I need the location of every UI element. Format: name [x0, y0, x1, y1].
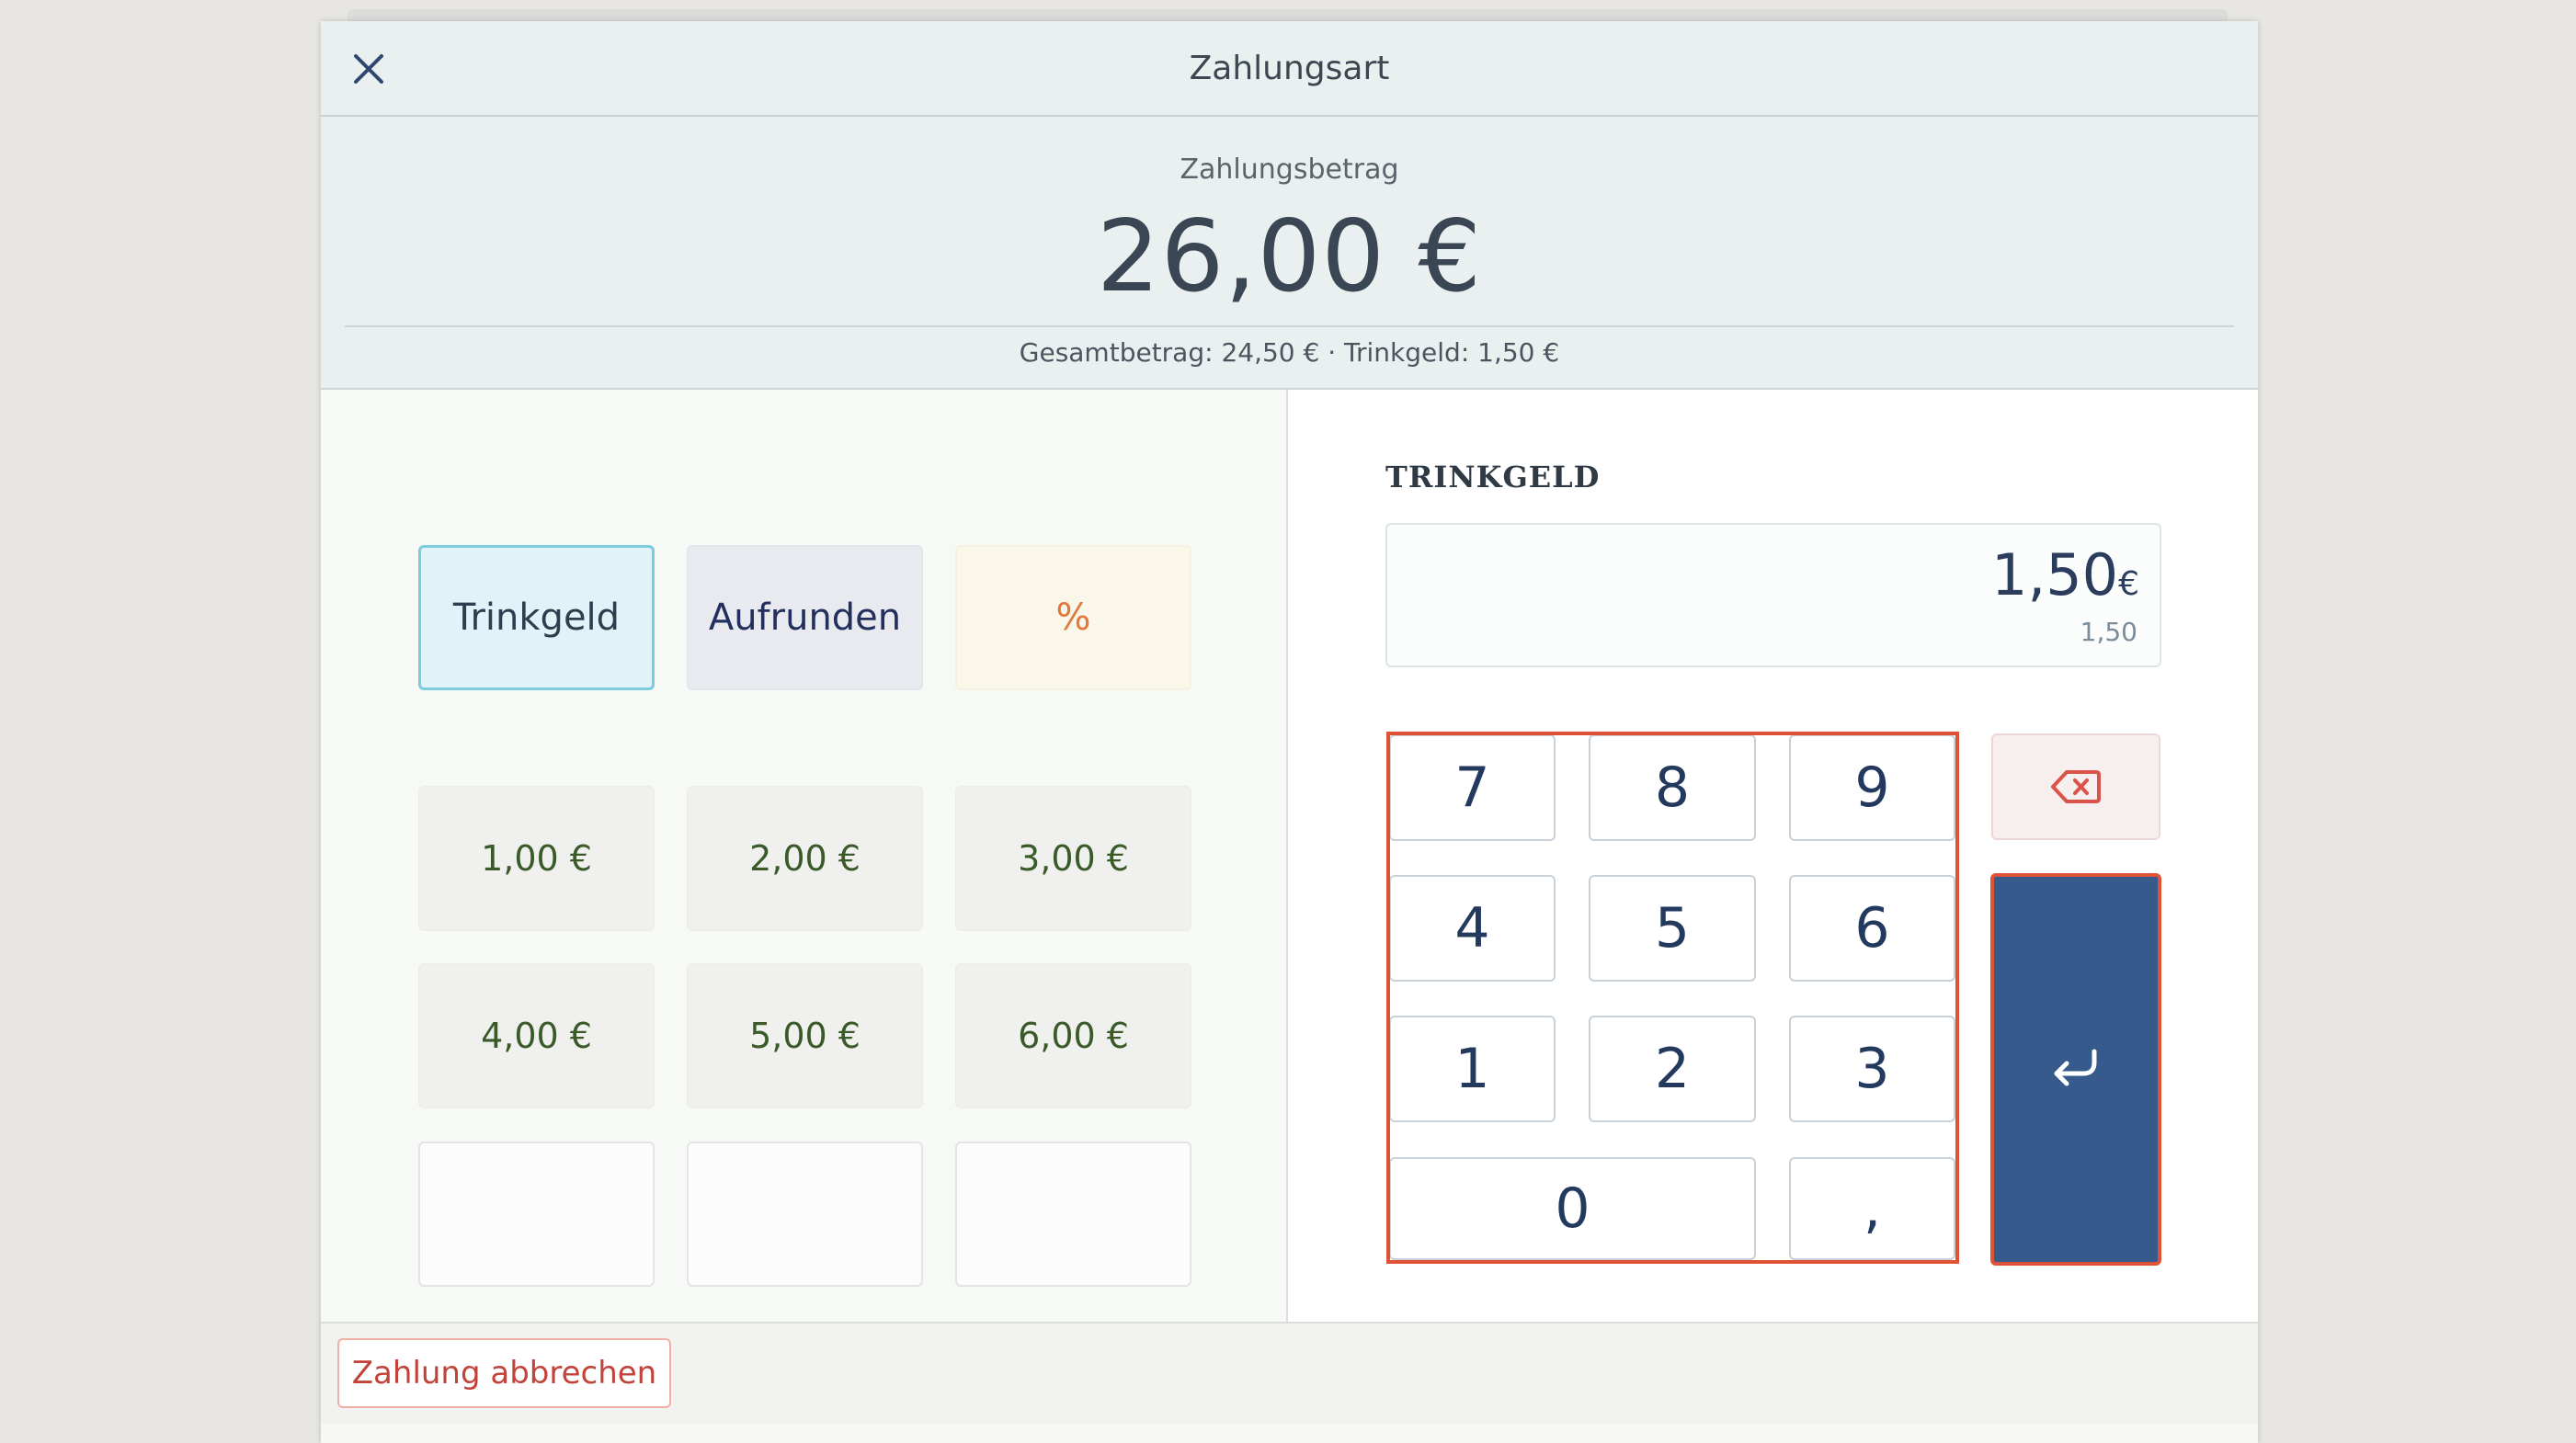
- empty-preset-slot[interactable]: [418, 1142, 655, 1287]
- amount-divider: [345, 325, 2234, 327]
- tip-presets-panel: Trinkgeld Aufrunden % 1,00 € 2,00 € 3,00…: [321, 390, 1288, 1341]
- cancel-payment-button[interactable]: Zahlung abbrechen: [337, 1338, 671, 1408]
- tip-currency: €: [2118, 565, 2139, 603]
- tip-amount-display: 1,50€: [1991, 541, 2139, 608]
- payment-dialog: Zahlungsart Zahlungsbetrag 26,00 € Gesam…: [321, 21, 2258, 1443]
- payment-amount-label: Zahlungsbetrag: [1180, 153, 1399, 186]
- preset-tip-button[interactable]: 2,00 €: [687, 786, 923, 931]
- dialog-footer: Zahlung abbrechen: [321, 1322, 2258, 1424]
- empty-preset-slot[interactable]: [687, 1142, 923, 1287]
- empty-preset-slot[interactable]: [955, 1142, 1191, 1287]
- preset-tip-button[interactable]: 1,00 €: [418, 786, 655, 931]
- preset-tip-button[interactable]: 6,00 €: [955, 963, 1191, 1108]
- dialog-title: Zahlungsart: [1189, 49, 1390, 87]
- preset-tip-button[interactable]: 4,00 €: [418, 963, 655, 1108]
- backspace-button[interactable]: [1991, 733, 2160, 840]
- preset-tip-button[interactable]: 5,00 €: [687, 963, 923, 1108]
- payment-breakdown: Gesamtbetrag: 24,50 € · Trinkgeld: 1,50 …: [1019, 337, 1560, 368]
- mode-trinkgeld-button[interactable]: Trinkgeld: [418, 545, 655, 690]
- numpad-highlight: [1386, 732, 1959, 1264]
- dialog-header: Zahlungsart: [321, 21, 2258, 117]
- amount-summary: Zahlungsbetrag 26,00 € Gesamtbetrag: 24,…: [321, 117, 2258, 390]
- mode-percent-button[interactable]: %: [955, 545, 1191, 690]
- enter-button[interactable]: [1990, 873, 2161, 1266]
- backspace-icon: [2051, 770, 2101, 803]
- payment-amount-value: 26,00 €: [1096, 199, 1483, 314]
- mode-aufrunden-button[interactable]: Aufrunden: [687, 545, 923, 690]
- preset-tip-button[interactable]: 3,00 €: [955, 786, 1191, 931]
- tip-field-label: TRINKGELD: [1385, 460, 1601, 494]
- tip-amount-raw: 1,50: [2080, 617, 2137, 647]
- enter-icon: [2054, 1049, 2097, 1085]
- tip-amount-value: 1,50: [1991, 541, 2119, 608]
- tip-amount-field[interactable]: 1,50€ 1,50: [1385, 523, 2161, 667]
